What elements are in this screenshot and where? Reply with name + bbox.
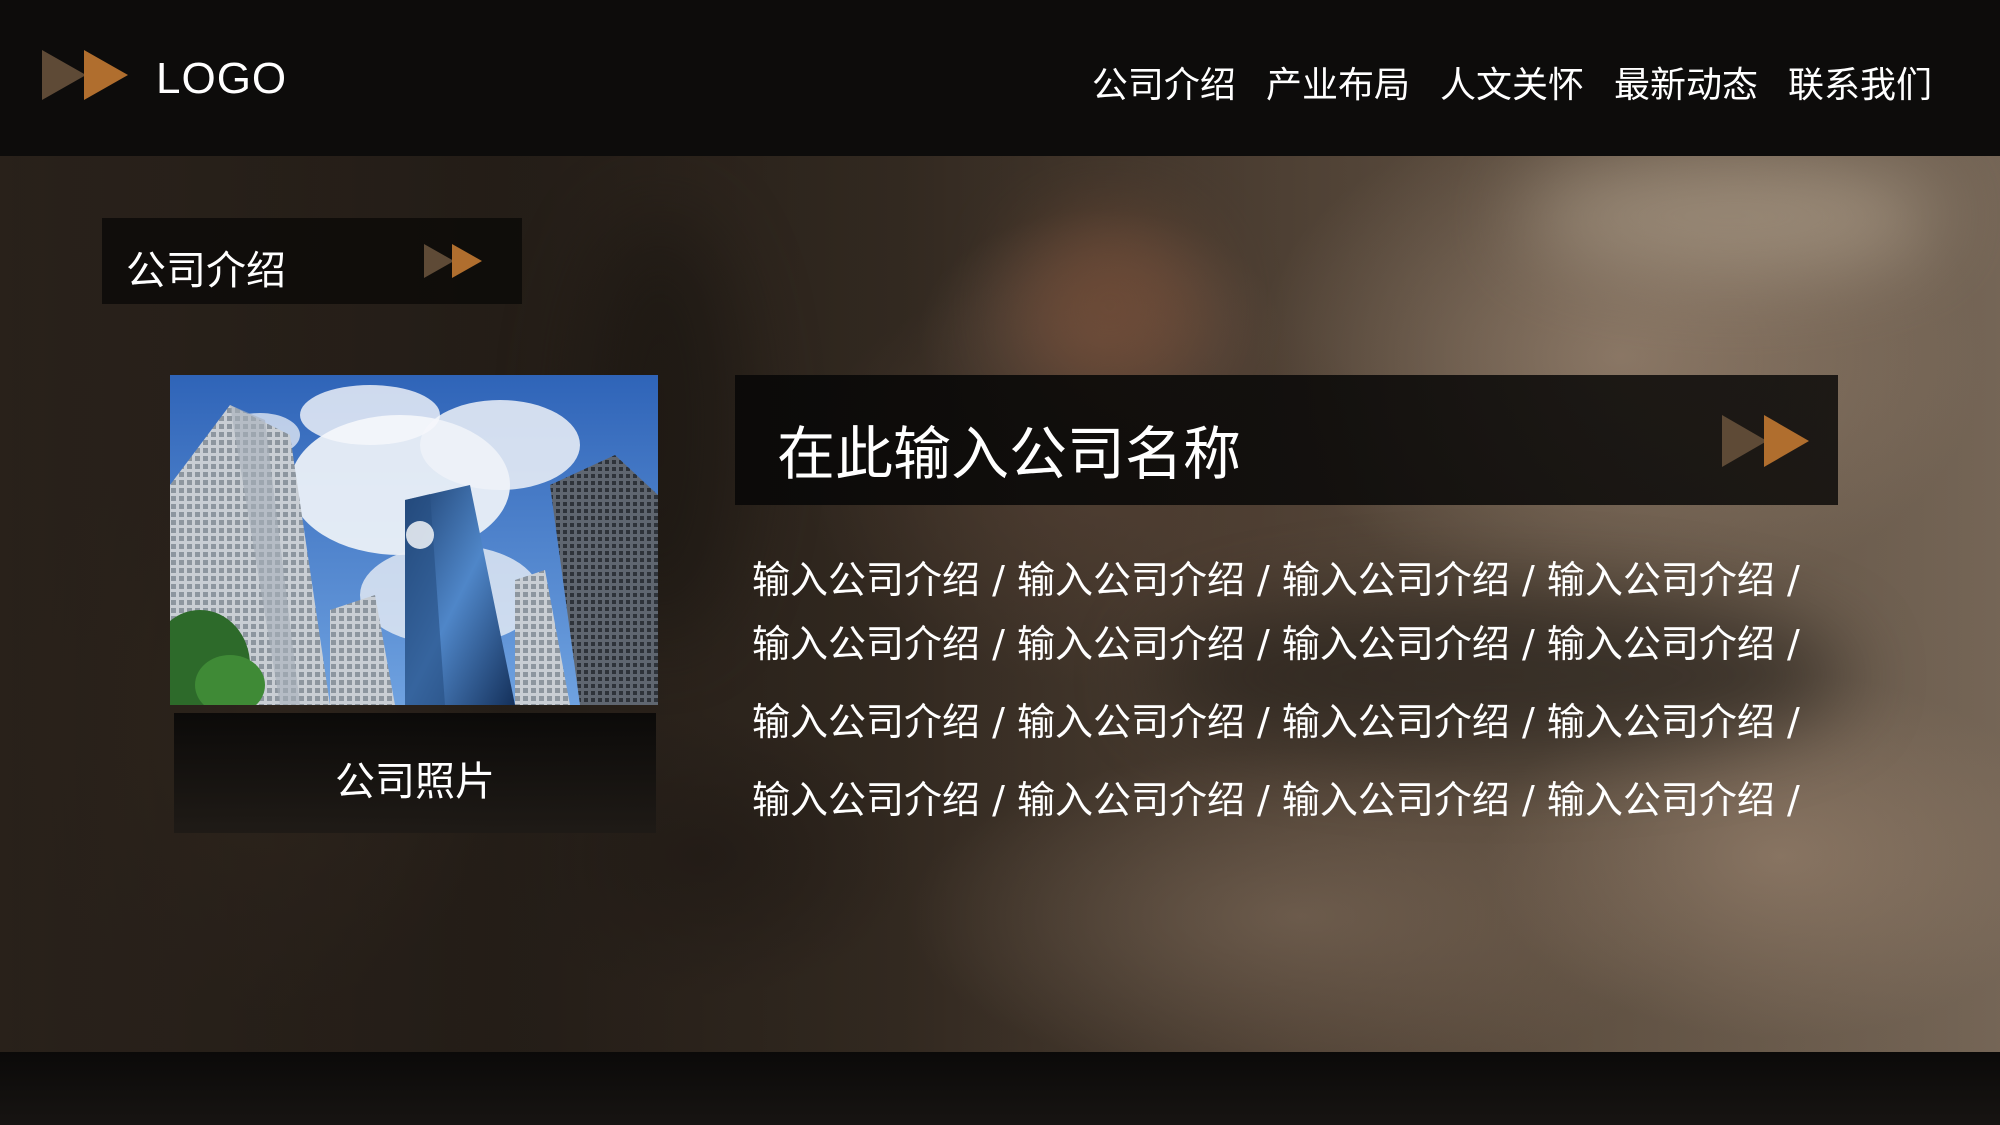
company-name-banner: 在此输入公司名称 <box>735 375 1838 505</box>
header: LOGO 公司介绍 产业布局 人文关怀 最新动态 联系我们 <box>0 0 2000 156</box>
section-tag: 公司介绍 <box>102 218 522 304</box>
section-title: 公司介绍 <box>126 248 286 294</box>
description-paragraph: 输入公司介绍 / 输入公司介绍 / 输入公司介绍 / 输入公司介绍 / <box>752 700 1800 744</box>
double-arrow-icon <box>424 244 482 278</box>
company-name: 在此输入公司名称 <box>777 420 1242 488</box>
main-nav: 公司介绍 产业布局 人文关怀 最新动态 联系我们 <box>1092 56 1932 108</box>
nav-item-company-intro[interactable]: 公司介绍 <box>1092 56 1236 108</box>
photo-caption: 公司照片 <box>335 759 495 805</box>
logo-text[interactable]: LOGO <box>156 54 287 104</box>
double-arrow-icon <box>1722 415 1809 467</box>
description-paragraph: 输入公司介绍 / 输入公司介绍 / 输入公司介绍 / 输入公司介绍 / <box>752 778 1800 822</box>
company-photo <box>170 375 658 705</box>
nav-item-humanistic-care[interactable]: 人文关怀 <box>1440 56 1584 108</box>
page: LOGO 公司介绍 产业布局 人文关怀 最新动态 联系我们 公司介绍 公司照片 … <box>0 0 2000 1125</box>
footer-bar <box>0 1052 2000 1125</box>
photo-caption-box: 公司照片 <box>174 713 656 833</box>
company-description: 输入公司介绍 / 输入公司介绍 / 输入公司介绍 / 输入公司介绍 / 输入公司… <box>752 548 1832 846</box>
nav-item-contact-us[interactable]: 联系我们 <box>1788 56 1932 108</box>
description-paragraph: 输入公司介绍 / 输入公司介绍 / 输入公司介绍 / 输入公司介绍 / 输入公司… <box>752 558 1800 666</box>
nav-item-industry-layout[interactable]: 产业布局 <box>1266 56 1410 108</box>
logo-arrow-icon <box>42 50 128 100</box>
nav-item-latest-news[interactable]: 最新动态 <box>1614 56 1758 108</box>
